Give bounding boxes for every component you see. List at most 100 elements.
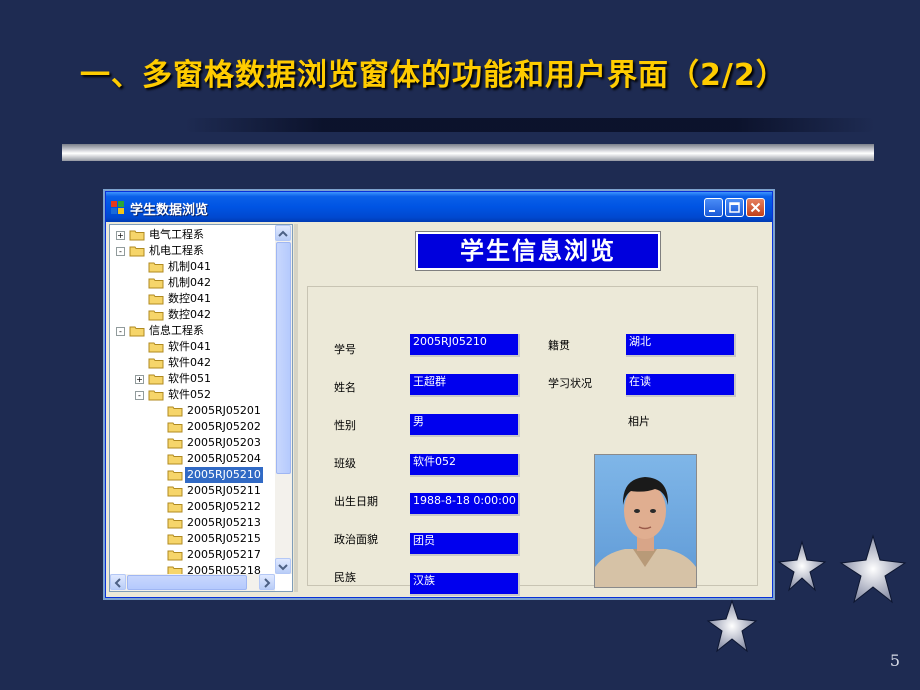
tree-node-label[interactable]: 2005RJ05217: [185, 547, 263, 563]
tree-node-label[interactable]: 软件051: [166, 371, 213, 387]
tree-node[interactable]: 2005RJ05202: [110, 419, 276, 435]
department-tree[interactable]: + 电气工程系 - 机电工程系 机制041 机制042 数控041 数控042 - 信息工程系 软件…: [109, 224, 293, 592]
student-photo: [594, 454, 697, 588]
tree-node[interactable]: 2005RJ05212: [110, 499, 276, 515]
chevron-down-icon: [278, 564, 288, 571]
tree-node-label[interactable]: 机制041: [166, 259, 213, 275]
expand-icon[interactable]: +: [135, 375, 144, 384]
scroll-left-button[interactable]: [110, 574, 126, 590]
title-shadow: [185, 118, 875, 132]
folder-icon: [148, 358, 164, 369]
expand-icon[interactable]: +: [116, 231, 125, 240]
close-icon: [750, 202, 761, 213]
tree-node-label[interactable]: 2005RJ05211: [185, 483, 263, 499]
politics-label: 政治面貌: [334, 533, 378, 546]
student-id-field[interactable]: 2005RJ05210: [410, 334, 520, 357]
study-status-label: 学习状况: [548, 377, 592, 390]
scroll-thumb[interactable]: [276, 242, 291, 474]
gender-label: 性别: [334, 419, 356, 432]
tree-node-label[interactable]: 2005RJ05212: [185, 499, 263, 515]
tree-node[interactable]: - 软件052: [110, 387, 276, 403]
student-browser-window: 学生数据浏览 + 电气工程系 - 机电工程系 机制041 机制042 数控041 数控042-…: [105, 191, 773, 598]
folder-icon: [148, 262, 164, 273]
tree-node-label[interactable]: 软件042: [166, 355, 213, 371]
class-field[interactable]: 软件052: [410, 454, 520, 477]
title-divider: [62, 144, 874, 161]
tree-node[interactable]: 机制042: [110, 275, 276, 291]
birth-date-field[interactable]: 1988-8-18 0:00:00: [410, 493, 520, 516]
tree-node[interactable]: 2005RJ05201: [110, 403, 276, 419]
chevron-up-icon: [278, 230, 288, 237]
tree-node-label[interactable]: 数控042: [166, 307, 213, 323]
folder-icon: [167, 534, 183, 545]
tree-node-label[interactable]: 2005RJ05201: [185, 403, 263, 419]
tree-node[interactable]: - 机电工程系: [110, 243, 276, 259]
hscroll-thumb[interactable]: [127, 575, 247, 590]
tree-node-label[interactable]: 软件041: [166, 339, 213, 355]
scroll-right-button[interactable]: [259, 574, 275, 590]
scroll-down-button[interactable]: [275, 558, 291, 574]
folder-icon: [167, 406, 183, 417]
tree-node-label[interactable]: 机电工程系: [147, 243, 206, 259]
tree-node[interactable]: + 电气工程系: [110, 227, 276, 243]
tree-node[interactable]: 2005RJ05203: [110, 435, 276, 451]
collapse-icon[interactable]: -: [135, 391, 144, 400]
minimize-button[interactable]: [704, 198, 723, 217]
tree-node-label[interactable]: 软件052: [166, 387, 213, 403]
folder-icon: [148, 278, 164, 289]
politics-field[interactable]: 团员: [410, 533, 520, 556]
window-titlebar[interactable]: 学生数据浏览: [106, 192, 772, 222]
tree-node[interactable]: 2005RJ05210: [110, 466, 276, 484]
tree-node-label[interactable]: 2005RJ05203: [185, 435, 263, 451]
student-info-group: 学号 2005RJ05210 姓名 王超群 性别 男 班级 软件052 出生日期…: [307, 286, 758, 596]
study-status-field[interactable]: 在读: [626, 374, 736, 397]
tree-node[interactable]: 数控042: [110, 307, 276, 323]
decorative-star-bottom: [706, 599, 758, 653]
tree-node[interactable]: 2005RJ05215: [110, 531, 276, 547]
close-button[interactable]: [746, 198, 765, 217]
tree-vertical-scrollbar[interactable]: [275, 225, 292, 574]
collapse-icon[interactable]: -: [116, 247, 125, 256]
folder-icon: [148, 390, 164, 401]
photo-label: 相片: [628, 415, 650, 428]
tree-node[interactable]: 2005RJ05204: [110, 451, 276, 467]
tree-node-label[interactable]: 2005RJ05204: [185, 451, 263, 467]
folder-icon: [129, 246, 145, 257]
tree-node-label[interactable]: 2005RJ05215: [185, 531, 263, 547]
tree-node-label[interactable]: 机制042: [166, 275, 213, 291]
tree-node[interactable]: 软件042: [110, 355, 276, 371]
folder-icon: [148, 310, 164, 321]
name-label: 姓名: [334, 381, 356, 394]
scroll-up-button[interactable]: [275, 225, 291, 241]
tree-node[interactable]: 2005RJ05217: [110, 547, 276, 563]
tree-node[interactable]: + 软件051: [110, 371, 276, 387]
student-detail-panel: 学生信息浏览 学号 2005RJ05210 姓名 王超群 性别 男 班级 软件0…: [298, 224, 768, 596]
tree-node-label[interactable]: 2005RJ05202: [185, 419, 263, 435]
tree-node-label[interactable]: 2005RJ05210: [184, 466, 264, 484]
name-field[interactable]: 王超群: [410, 374, 520, 397]
chevron-left-icon: [114, 578, 121, 588]
tree-node-label[interactable]: 信息工程系: [147, 323, 206, 339]
class-label: 班级: [334, 457, 356, 470]
collapse-icon[interactable]: -: [116, 327, 125, 336]
tree-node[interactable]: 2005RJ05211: [110, 483, 276, 499]
tree-horizontal-scrollbar[interactable]: [110, 574, 275, 591]
tree-node-label[interactable]: 电气工程系: [147, 227, 206, 243]
maximize-button[interactable]: [725, 198, 744, 217]
ethnicity-field[interactable]: 汉族: [410, 573, 520, 596]
tree-node-label[interactable]: 数控041: [166, 291, 213, 307]
gender-field[interactable]: 男: [410, 414, 520, 437]
tree-node[interactable]: 机制041: [110, 259, 276, 275]
hometown-field[interactable]: 湖北: [626, 334, 736, 357]
tree-node-label[interactable]: 2005RJ05213: [185, 515, 263, 531]
tree-node[interactable]: - 信息工程系: [110, 323, 276, 339]
panel-heading: 学生信息浏览: [415, 231, 661, 271]
tree-node[interactable]: 2005RJ05213: [110, 515, 276, 531]
tree-node[interactable]: 数控041: [110, 291, 276, 307]
decorative-stars: [777, 534, 907, 604]
chevron-right-icon: [264, 578, 271, 588]
minimize-icon: [709, 210, 715, 212]
tree-content: + 电气工程系 - 机电工程系 机制041 机制042 数控041 数控042 - 信息工程系 软件…: [110, 225, 276, 575]
window-title: 学生数据浏览: [130, 203, 209, 218]
tree-node[interactable]: 软件041: [110, 339, 276, 355]
